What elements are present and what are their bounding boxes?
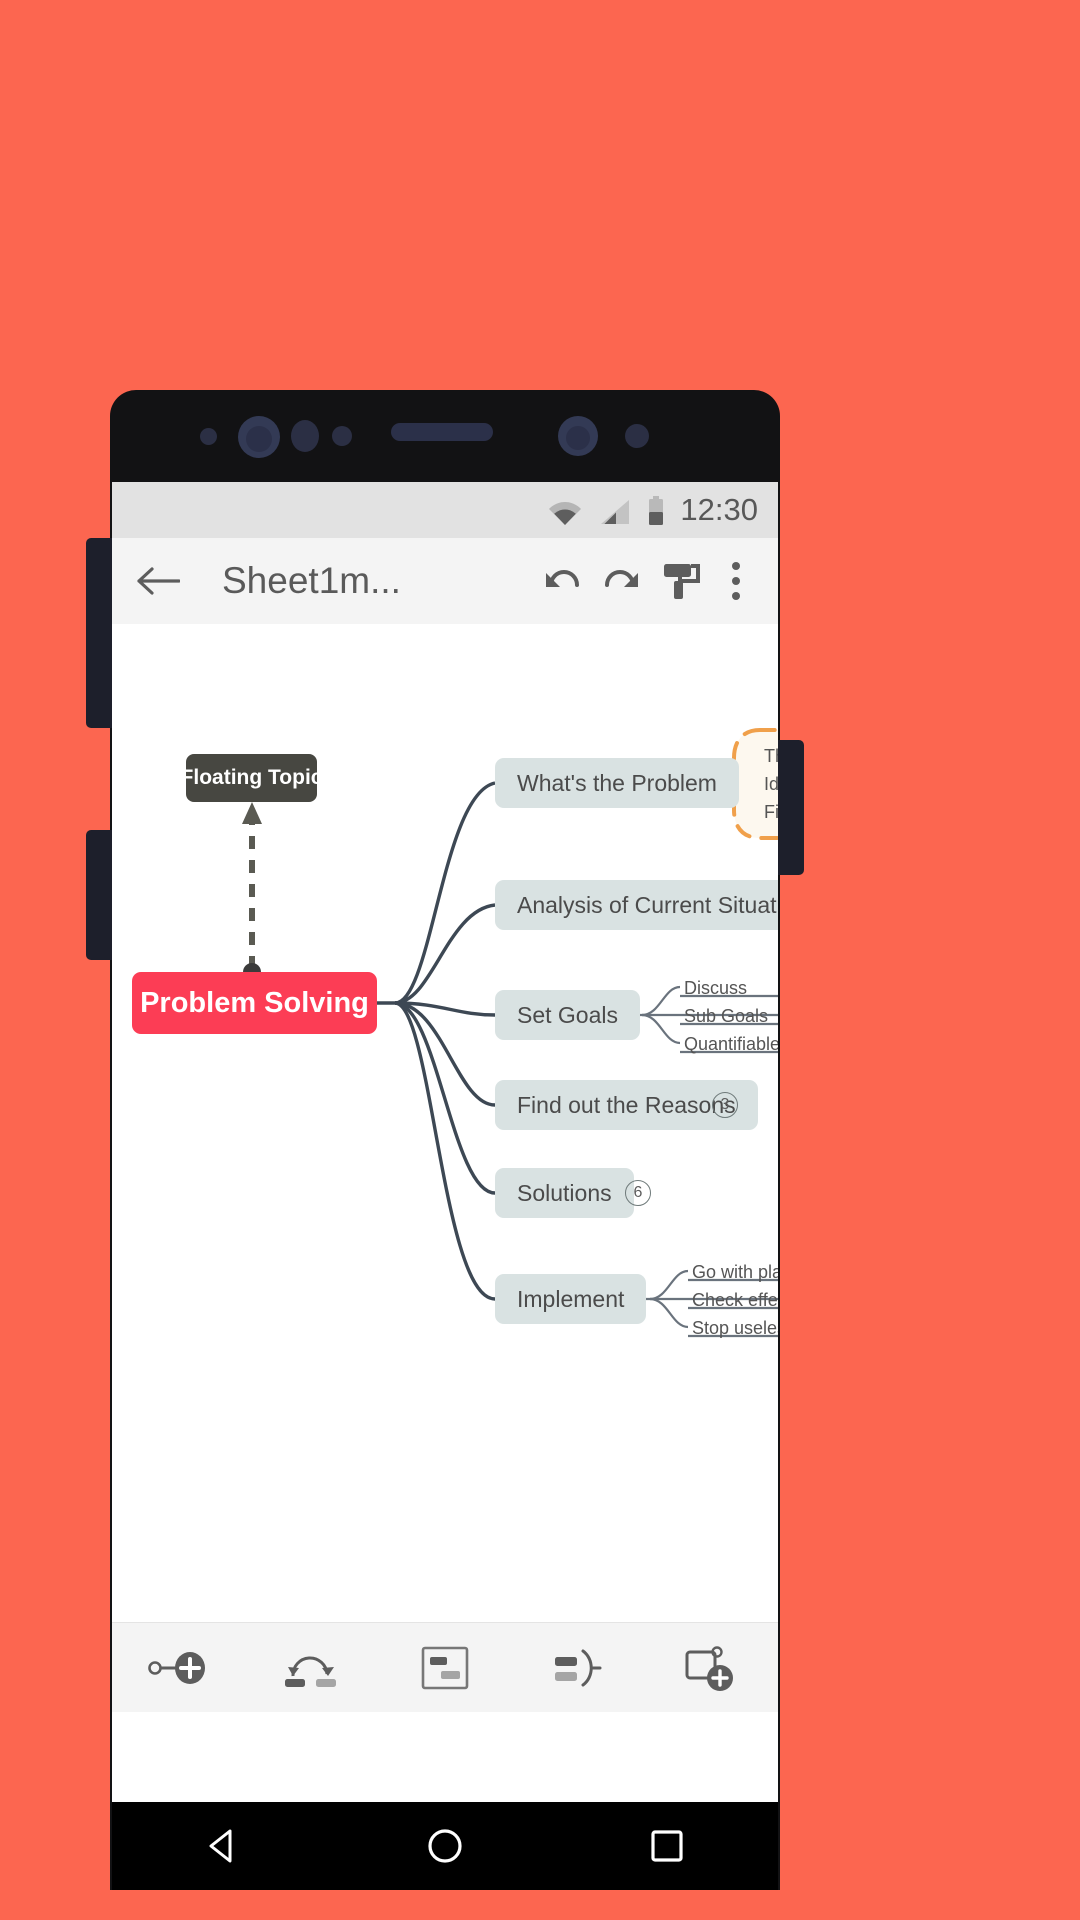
power-button[interactable]	[778, 740, 804, 875]
front-camera-lens-icon	[246, 426, 272, 452]
leaf-topic[interactable]: Sub Goals	[684, 1006, 768, 1027]
node-set-goals[interactable]: Set Goals	[495, 990, 640, 1040]
add-relationship-icon[interactable]	[262, 1623, 362, 1713]
menu-dot	[732, 562, 740, 570]
add-floating-topic-icon[interactable]	[661, 1623, 761, 1713]
led-indicator-icon	[625, 424, 649, 448]
leaf-topic[interactable]: Th	[764, 746, 778, 767]
battery-icon	[648, 495, 664, 525]
nav-back-icon[interactable]	[163, 1802, 283, 1890]
status-bar: 12:30	[112, 482, 778, 538]
undo-icon[interactable]	[536, 563, 592, 599]
menu-dot	[732, 577, 740, 585]
node-central-topic[interactable]: Problem Solving	[132, 972, 377, 1034]
light-sensor-icon	[332, 426, 352, 446]
bottom-toolbar	[112, 1622, 778, 1712]
node-analysis-of-current-situation[interactable]: Analysis of Current Situation	[495, 880, 778, 930]
node-solutions[interactable]: Solutions	[495, 1168, 634, 1218]
earpiece-speaker	[391, 423, 493, 441]
phone-device: 12:30 Sheet1m... Floating Topic Problem …	[86, 390, 804, 1890]
nav-home-icon[interactable]	[385, 1802, 505, 1890]
leaf-topic[interactable]: Go with plans	[692, 1262, 778, 1283]
add-boundary-icon[interactable]	[395, 1623, 495, 1713]
status-icons	[548, 495, 664, 525]
paint-roller-icon[interactable]	[648, 558, 718, 604]
sensor-strip	[110, 390, 780, 482]
nav-recents-icon[interactable]	[607, 1802, 727, 1890]
badge-collapsed-count[interactable]: 3	[712, 1092, 738, 1118]
leaf-topic[interactable]: Ide	[764, 774, 778, 795]
status-bar-clock: 12:30	[680, 492, 758, 527]
node-whats-the-problem[interactable]: What's the Problem	[495, 758, 739, 808]
redo-icon[interactable]	[592, 563, 648, 599]
wifi-icon	[548, 499, 582, 525]
sensor-dot-icon	[200, 428, 217, 445]
add-subtopic-icon[interactable]	[129, 1623, 229, 1713]
branch-connectors	[377, 781, 496, 1301]
overflow-menu-icon[interactable]	[718, 562, 754, 600]
phone-screen: 12:30 Sheet1m... Floating Topic Problem …	[112, 482, 778, 1802]
node-floating-topic[interactable]: Floating Topic	[181, 754, 322, 802]
node-implement[interactable]: Implement	[495, 1274, 647, 1324]
mindmap-canvas[interactable]: Floating Topic Problem Solving What's th…	[112, 624, 778, 1712]
secondary-camera-lens-icon	[566, 426, 590, 450]
leaf-topic[interactable]: Quantifiable targe	[684, 1034, 778, 1055]
badge-collapsed-count[interactable]: 6	[625, 1180, 651, 1206]
volume-down-button[interactable]	[86, 830, 112, 960]
add-summary-icon[interactable]	[528, 1623, 628, 1713]
proximity-sensor-icon	[291, 420, 319, 452]
leaf-topic[interactable]: Stop useless so	[692, 1318, 778, 1339]
leaf-topic[interactable]: Discuss	[684, 978, 747, 999]
cellular-signal-icon	[600, 499, 630, 525]
volume-up-button[interactable]	[86, 538, 112, 728]
page-title[interactable]: Sheet1m...	[222, 560, 536, 602]
leaf-topic[interactable]: Check effect of	[692, 1290, 778, 1311]
menu-dot	[732, 592, 740, 600]
leaf-topic[interactable]: Fir	[764, 802, 778, 823]
android-nav-bar	[112, 1802, 778, 1890]
floating-topic-connector	[242, 802, 262, 981]
back-arrow-icon[interactable]	[136, 565, 196, 597]
app-toolbar: Sheet1m...	[112, 538, 778, 624]
